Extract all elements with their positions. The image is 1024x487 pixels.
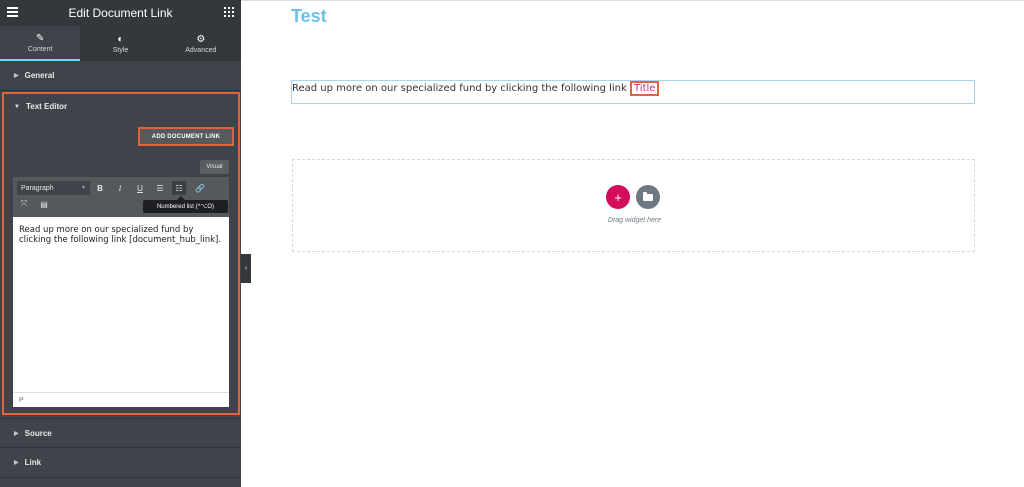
add-section-button[interactable]: + [606,185,630,209]
section-text-editor[interactable]: ▼ Text Editor [14,102,67,111]
bulleted-list-icon: ☰ [156,183,164,193]
caret-down-icon: ▼ [14,103,20,110]
editor-status-path: P [13,392,229,407]
tab-content-label: Content [27,45,53,53]
sidebar-tabs: ✎ Content ◐ Style ⚙ Advanced [0,26,241,61]
toolbar-toggle-button[interactable]: ▤ [37,197,51,211]
section-general-label: General [24,71,55,80]
text-widget-content: Read up more on our specialized fund by … [292,81,660,96]
section-source-label: Source [24,428,52,438]
sidebar-topbar: Edit Document Link [0,0,241,26]
chevron-left-icon: ‹ [244,265,248,272]
section-source[interactable]: ▶ Source [0,418,241,448]
text-widget-body: Read up more on our specialized fund by … [292,83,630,94]
collapse-panel-handle[interactable]: ‹ [241,254,251,283]
section-text-editor-label: Text Editor [25,102,68,111]
fullscreen-button[interactable]: ⤧ [17,197,31,211]
tab-style-label: Style [112,46,129,54]
chevron-down-icon: ▼ [81,185,86,191]
folder-icon [643,191,653,201]
caret-right-icon: ▶ [14,460,19,466]
widget-drop-zone[interactable]: + Drag widget here [292,159,975,252]
caret-right-icon: ▶ [14,430,19,437]
text-editor-area[interactable]: Read up more on our specialized fund by … [13,217,229,392]
section-link[interactable]: ▶ Link [0,448,241,478]
sidebar-title: Edit Document Link [68,6,173,20]
app-root: Edit Document Link ✎ Content ◐ Style ⚙ A… [0,0,1024,487]
widgets-grid-icon[interactable] [224,7,234,17]
drag-widget-hint: Drag widget here [607,217,662,224]
numbered-list-icon: ☷ [175,183,183,193]
caret-right-icon: ▶ [14,73,19,79]
half-circle-icon: ◐ [117,33,124,45]
bulleted-list-button[interactable]: ☰ [153,181,167,195]
hamburger-menu-icon[interactable] [7,7,18,19]
tab-advanced[interactable]: ⚙ Advanced [161,26,241,61]
format-select-value: Paragraph [21,184,54,192]
text-widget[interactable]: Read up more on our specialized fund by … [291,80,975,104]
insert-link-button[interactable]: 🔗 [193,181,207,195]
add-template-button[interactable] [636,185,660,209]
numbered-list-tooltip: Numbered list (^⌥O) [143,200,228,213]
visual-tab[interactable]: Visual [200,160,229,174]
keyboard-icon: ▤ [40,199,48,209]
gear-icon: ⚙ [196,33,206,45]
numbered-list-button[interactable]: ☷ [172,181,186,195]
format-select[interactable]: Paragraph ▼ [17,181,90,195]
page-title: Test [291,6,327,26]
plus-icon: + [614,189,622,205]
tab-style[interactable]: ◐ Style [80,26,160,61]
tab-content[interactable]: ✎ Content [0,26,81,61]
bold-button[interactable]: B [93,181,107,195]
section-link-label: Link [24,458,42,467]
link-icon: 🔗 [195,183,205,193]
underline-button[interactable]: U [133,181,147,195]
add-document-link-button[interactable]: ADD DOCUMENT LINK [138,127,234,146]
italic-button[interactable]: I [113,181,127,195]
canvas-top-border [241,0,1024,1]
pencil-icon: ✎ [35,32,45,44]
tab-advanced-label: Advanced [185,46,217,54]
document-link[interactable]: Title [629,81,660,96]
section-general[interactable]: ▶ General [0,61,241,91]
editor-sidebar: Edit Document Link ✎ Content ◐ Style ⚙ A… [0,0,241,487]
fullscreen-icon: ⤧ [20,199,28,208]
